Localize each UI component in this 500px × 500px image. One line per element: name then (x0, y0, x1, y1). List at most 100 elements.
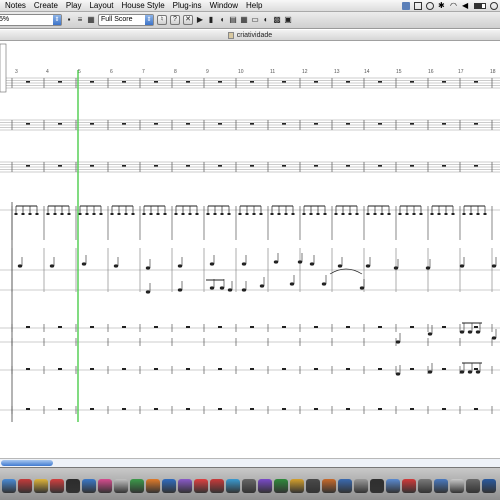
app-icon[interactable] (450, 479, 464, 493)
app-icon[interactable] (194, 479, 208, 493)
app-icon[interactable] (146, 479, 160, 493)
whole-rest (282, 408, 286, 410)
battery-icon[interactable] (474, 3, 486, 9)
navigator-icon[interactable]: ▭ (251, 15, 259, 25)
app-icon[interactable] (114, 479, 128, 493)
view-select[interactable]: Full Score ⇕ (98, 14, 154, 26)
horizontal-scrollbar[interactable] (0, 458, 500, 467)
video-icon[interactable]: ▩ (273, 15, 281, 25)
play-icon[interactable]: ▶ (196, 15, 204, 25)
app-icon[interactable] (322, 479, 336, 493)
menu-help[interactable]: Help (242, 0, 266, 12)
whole-rest (90, 123, 94, 125)
whole-rest (122, 165, 126, 167)
undo-icon[interactable]: ▪ (65, 15, 73, 25)
notehead (142, 213, 146, 215)
app-icon[interactable] (386, 479, 400, 493)
notehead (309, 213, 313, 215)
ideas-icon[interactable]: ◐ (262, 15, 270, 25)
whole-rest (218, 123, 222, 125)
stop-icon[interactable]: ◖ (218, 15, 226, 25)
notehead (462, 213, 466, 215)
notehead (387, 213, 391, 215)
properties-icon[interactable]: ▣ (284, 15, 292, 25)
notehead (405, 213, 409, 215)
app-icon[interactable] (290, 479, 304, 493)
app-icon[interactable] (402, 479, 416, 493)
notehead (241, 288, 247, 292)
notehead (366, 213, 370, 215)
app-icon[interactable] (82, 479, 96, 493)
app-icon[interactable] (242, 479, 256, 493)
app-icon[interactable] (258, 479, 272, 493)
close-icon[interactable]: ✕ (183, 15, 193, 25)
app-icon[interactable] (306, 479, 320, 493)
app-icon[interactable] (370, 479, 384, 493)
menu-notes[interactable]: Notes (0, 0, 30, 12)
mixer-icon[interactable]: ▤ (229, 15, 237, 25)
display-icon[interactable] (414, 2, 422, 10)
menu-layout[interactable]: Layout (85, 0, 117, 12)
whole-rest (26, 81, 30, 83)
app-icon[interactable] (178, 479, 192, 493)
notehead (78, 213, 82, 215)
notehead (412, 213, 416, 215)
app-icon[interactable] (162, 479, 176, 493)
app-icon[interactable] (34, 479, 48, 493)
pause-icon[interactable]: ▮ (207, 15, 215, 25)
list-icon[interactable]: ≡ (76, 15, 84, 25)
app-icon[interactable] (274, 479, 288, 493)
whole-rest (410, 165, 414, 167)
grid-icon[interactable]: ▦ (87, 15, 95, 25)
app-icon[interactable] (98, 479, 112, 493)
app-icon[interactable] (354, 479, 368, 493)
user-icon[interactable] (490, 2, 498, 10)
dropbox-icon[interactable] (402, 2, 410, 10)
app-icon[interactable] (482, 479, 496, 493)
whole-rest (314, 326, 318, 328)
whole-rest (218, 408, 222, 410)
menu-window[interactable]: Window (206, 0, 242, 12)
notehead (302, 213, 306, 215)
app-icon[interactable] (66, 479, 80, 493)
menu-bar: Notes Create Play Layout House Style Plu… (0, 0, 500, 12)
notehead (365, 264, 371, 268)
scrollbar-thumb[interactable] (1, 460, 53, 466)
whole-rest (26, 123, 30, 125)
score-svg[interactable]: 3 4 5 6 7 8 9 10 11 12 13 14 15 16 17 18 (0, 42, 500, 458)
menu-plug-ins[interactable]: Plug-ins (169, 0, 206, 12)
calendar-icon[interactable] (50, 479, 64, 493)
whole-rest (218, 81, 222, 83)
whole-rest (282, 326, 286, 328)
notehead (60, 213, 64, 215)
bluetooth-icon[interactable]: ✱ (438, 2, 446, 10)
notehead (491, 336, 497, 340)
app-icon[interactable] (18, 479, 32, 493)
wifi-icon[interactable]: ◠ (450, 2, 458, 10)
help-icon[interactable]: ? (170, 15, 180, 25)
whole-rest (218, 326, 222, 328)
app-icon[interactable] (338, 479, 352, 493)
menu-create[interactable]: Create (30, 0, 62, 12)
notehead (81, 262, 87, 266)
app-icon[interactable] (418, 479, 432, 493)
app-icon[interactable] (130, 479, 144, 493)
app-icon[interactable] (226, 479, 240, 493)
keypad-icon[interactable]: ▦ (240, 15, 248, 25)
notehead (209, 286, 215, 290)
score-canvas[interactable]: 3 4 5 6 7 8 9 10 11 12 13 14 15 16 17 18 (0, 42, 500, 458)
volume-icon[interactable]: ◀ (462, 2, 470, 10)
whole-rest (410, 408, 414, 410)
notehead (259, 213, 263, 215)
whole-rest (154, 408, 158, 410)
zoom-select[interactable]: 5% ⇕ (0, 14, 62, 26)
time-machine-icon[interactable] (426, 2, 434, 10)
transpose-icon[interactable]: ♮ (157, 15, 167, 25)
app-icon[interactable] (210, 479, 224, 493)
menu-house-style[interactable]: House Style (118, 0, 169, 12)
notehead (206, 213, 210, 215)
menu-play[interactable]: Play (62, 0, 86, 12)
finder-icon[interactable] (2, 479, 16, 493)
app-icon[interactable] (466, 479, 480, 493)
app-icon[interactable] (434, 479, 448, 493)
